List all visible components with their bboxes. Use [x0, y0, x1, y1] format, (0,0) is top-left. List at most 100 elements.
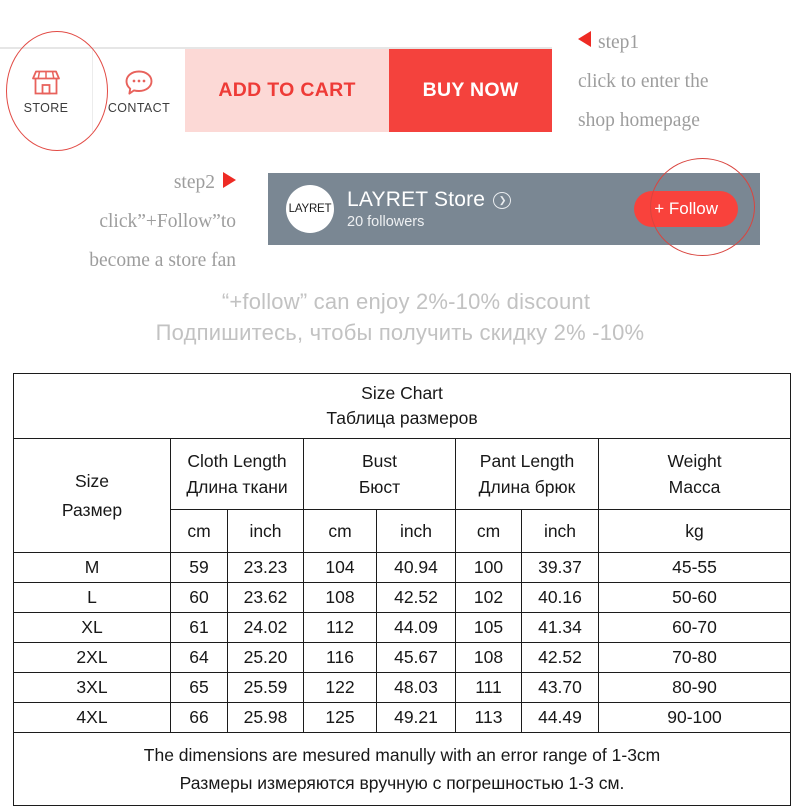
header-cloth-length-en: Cloth Length [187, 451, 287, 471]
cell-cloth-cm: 59 [170, 552, 228, 583]
size-chart-title-cell: Size Chart Таблица размеров [12, 373, 792, 439]
header-weight-ru: Масса [668, 477, 721, 497]
store-name-row: LAYRET Store ❯ [347, 188, 512, 212]
cell-cloth-cm: 64 [170, 642, 228, 673]
header-cloth-length: Cloth Length Длина ткани [170, 438, 304, 510]
contact-button[interactable]: CONTACT [92, 49, 185, 132]
cell-size: L [13, 582, 171, 613]
unit-bust-cm: cm [303, 509, 377, 553]
cell-bust-cm: 112 [303, 612, 377, 643]
store-button-label: STORE [23, 101, 69, 115]
header-bust-ru: Бюст [358, 477, 401, 497]
cell-cloth-in: 25.20 [227, 642, 304, 673]
chat-bubble-icon [124, 66, 154, 96]
size-chart-footer-ru: Размеры измеряются вручную с погрешность… [179, 773, 625, 793]
cell-pant-in: 41.34 [521, 612, 599, 643]
arrow-left-icon [578, 31, 591, 47]
size-chart-footer-cell: The dimensions are mesured manully with … [12, 732, 792, 806]
table-row: XL 61 24.02 112 44.09 105 41.34 60-70 [13, 612, 792, 643]
size-chart-footer-en: The dimensions are mesured manully with … [143, 745, 661, 765]
header-cloth-length-ru: Длина ткани [186, 477, 288, 497]
cell-pant-in: 42.52 [521, 642, 599, 673]
cell-pant-cm: 113 [455, 702, 522, 733]
cell-cloth-in: 23.62 [227, 582, 304, 613]
table-row: M 59 23.23 104 40.94 100 39.37 45-55 [13, 552, 792, 583]
annotation-step1: step1 click to enter the shop homepage [578, 23, 708, 140]
cell-bust-in: 42.52 [376, 582, 456, 613]
cell-bust-in: 48.03 [376, 672, 456, 703]
cell-size: 4XL [13, 702, 171, 733]
cell-bust-cm: 116 [303, 642, 377, 673]
cell-pant-in: 43.70 [521, 672, 599, 703]
size-chart-title-ru: Таблица размеров [326, 408, 478, 428]
cell-pant-cm: 100 [455, 552, 522, 583]
step1-label: step1 [598, 32, 640, 53]
cell-pant-cm: 108 [455, 642, 522, 673]
cell-cloth-cm: 60 [170, 582, 228, 613]
cell-pant-in: 39.37 [521, 552, 599, 583]
avatar: LAYRET [286, 185, 334, 233]
header-weight: Weight Масса [597, 438, 792, 510]
store-button[interactable]: STORE [0, 49, 92, 132]
discount-text-english: “+follow” can enjoy 2%-10% discount [221, 289, 591, 314]
step2-line2: click”+Follow”to [99, 211, 236, 232]
store-banner[interactable]: LAYRET LAYRET Store ❯ 20 followers + Fol… [268, 173, 760, 245]
cell-cloth-cm: 61 [170, 612, 228, 643]
step2-line3: become a store fan [89, 250, 236, 271]
header-size: Size Размер [13, 438, 171, 553]
product-action-bar: STORE CONTACT ADD TO CART BUY NOW [0, 47, 552, 132]
cell-bust-cm: 104 [303, 552, 377, 583]
cell-bust-in: 40.94 [376, 552, 456, 583]
contact-button-label: CONTACT [107, 101, 171, 115]
step1-line2: click to enter the [578, 71, 709, 92]
follow-button[interactable]: + Follow [634, 191, 738, 227]
product-promo-page: STORE CONTACT ADD TO CART BUY NOW step1 … [0, 0, 800, 806]
cell-bust-in: 44.09 [376, 612, 456, 643]
table-row: L 60 23.62 108 42.52 102 40.16 50-60 [13, 582, 792, 613]
cell-weight: 45-55 [597, 552, 792, 583]
cell-cloth-in: 25.98 [227, 702, 304, 733]
cell-pant-in: 40.16 [521, 582, 599, 613]
header-size-ru: Размер [61, 499, 123, 520]
discount-text-russian: Подпишитесь, чтобы получить скидку 2% -1… [155, 320, 645, 345]
step1-line1: step1 [578, 23, 708, 62]
cell-weight: 90-100 [597, 702, 792, 733]
unit-cloth-cm: cm [170, 509, 228, 553]
buy-now-button[interactable]: BUY NOW [389, 49, 552, 132]
cell-cloth-cm: 65 [170, 672, 228, 703]
cell-bust-in: 45.67 [376, 642, 456, 673]
header-pant-length-ru: Длина брюк [478, 477, 576, 497]
unit-pant-cm: cm [455, 509, 522, 553]
table-row-footer: The dimensions are mesured manully with … [12, 732, 792, 806]
header-weight-en: Weight [667, 451, 722, 471]
cell-pant-in: 44.49 [521, 702, 599, 733]
unit-pant-inch: inch [521, 509, 599, 553]
cell-pant-cm: 111 [455, 672, 522, 703]
store-followers-count: 20 followers [347, 214, 425, 230]
step1-line3: shop homepage [578, 110, 700, 131]
cell-pant-cm: 105 [455, 612, 522, 643]
table-row: 4XL 66 25.98 125 49.21 113 44.49 90-100 [13, 702, 792, 733]
cell-cloth-cm: 66 [170, 702, 228, 733]
header-pant-length-en: Pant Length [479, 451, 575, 471]
add-to-cart-button[interactable]: ADD TO CART [185, 49, 390, 132]
arrow-right-icon [223, 172, 236, 188]
annotation-step2: step2 click”+Follow”to become a store fa… [16, 163, 236, 280]
header-bust-en: Bust [361, 451, 398, 471]
cell-weight: 70-80 [597, 642, 792, 673]
size-chart-table: Size Chart Таблица размеров Size Размер … [12, 373, 792, 806]
unit-cloth-inch: inch [227, 509, 304, 553]
step2-line1: step2 [16, 163, 236, 202]
header-bust: Bust Бюст [303, 438, 456, 510]
cell-size: 3XL [13, 672, 171, 703]
cell-size: M [13, 552, 171, 583]
cell-size: XL [13, 612, 171, 643]
step2-label: step2 [173, 172, 215, 193]
cell-weight: 50-60 [597, 582, 792, 613]
cell-weight: 60-70 [597, 612, 792, 643]
unit-weight-kg: kg [597, 509, 792, 553]
size-chart-title-en: Size Chart [361, 383, 443, 403]
cell-cloth-in: 24.02 [227, 612, 304, 643]
store-name: LAYRET Store [347, 188, 486, 211]
cell-cloth-in: 23.23 [227, 552, 304, 583]
